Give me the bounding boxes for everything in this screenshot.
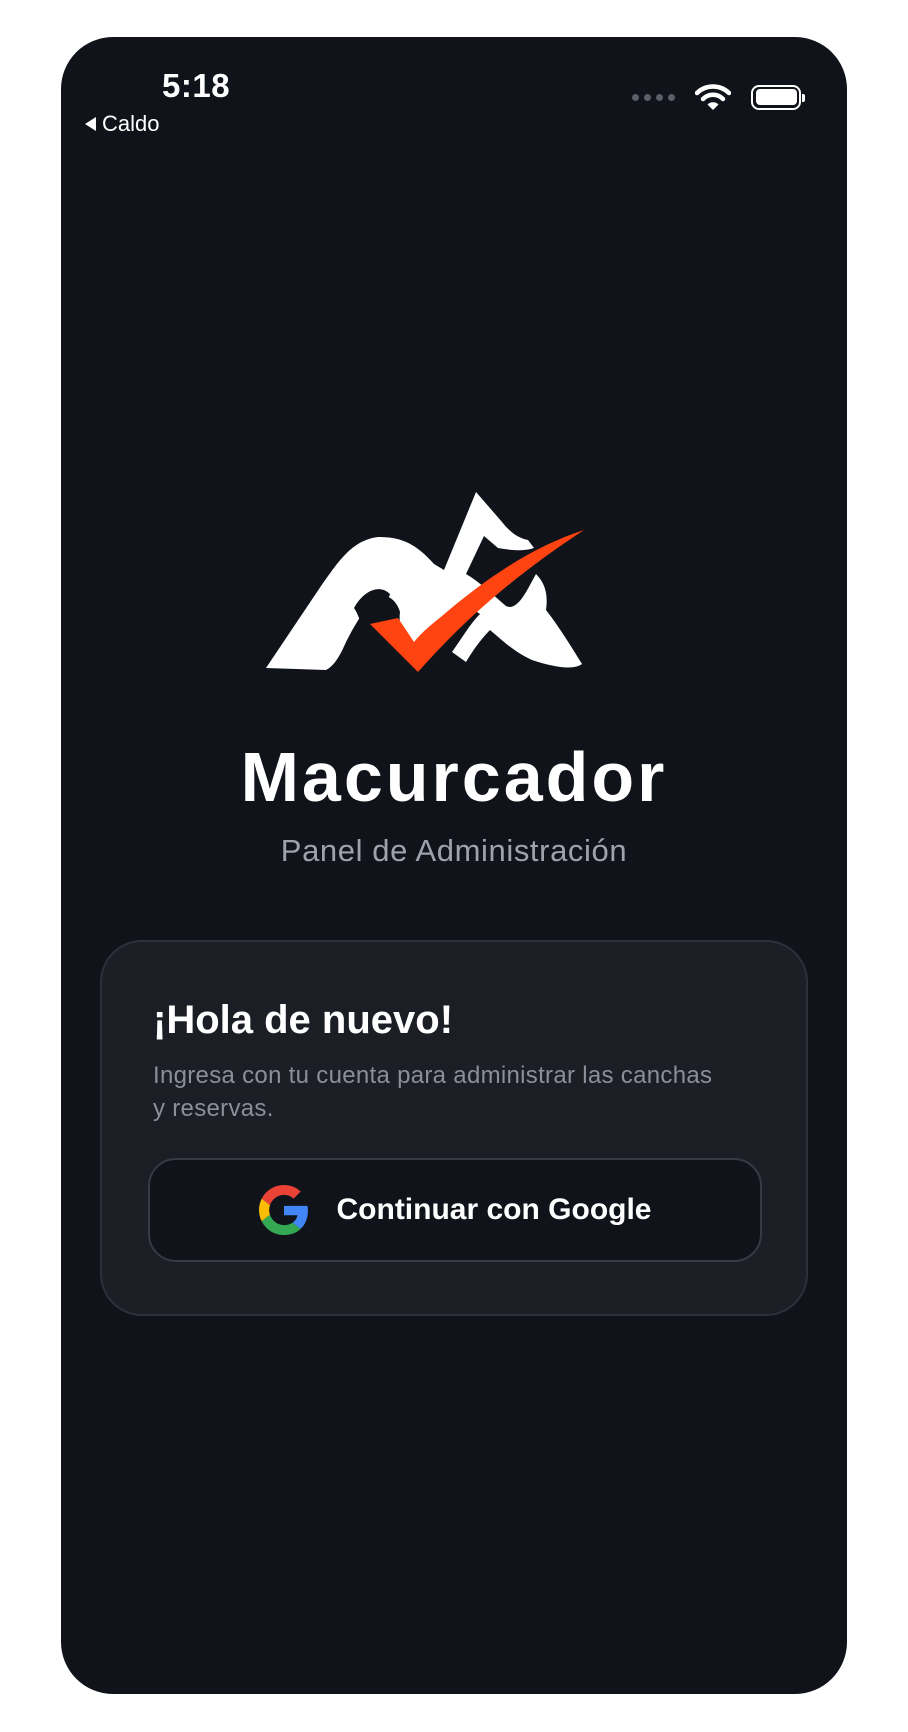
back-caret-icon [85,117,96,131]
card-description: Ingresa con tu cuenta para administrar l… [153,1062,713,1122]
battery-icon [751,84,805,110]
app-screen: 5:18 Caldo Macurcador Panel de Administr… [61,37,847,1694]
google-icon [258,1185,308,1235]
back-to-app-link[interactable]: Caldo [85,111,159,137]
app-name: Macurcador [240,738,668,816]
back-app-label: Caldo [102,111,160,136]
wifi-icon [695,84,731,110]
signal-dots-icon [632,93,675,101]
status-time: 5:18 [162,67,231,104]
login-card: ¡Hola de nuevo! Ingresa con tu cuenta pa… [100,940,808,1316]
status-bar: 5:18 Caldo [61,37,847,147]
google-signin-label: Continuar con Google [336,1193,652,1226]
card-title: ¡Hola de nuevo! [153,998,454,1042]
status-indicators [632,83,805,111]
app-subtitle: Panel de Administración [280,833,628,868]
macurcador-logo [266,492,584,672]
google-signin-button[interactable]: Continuar con Google [148,1158,762,1262]
